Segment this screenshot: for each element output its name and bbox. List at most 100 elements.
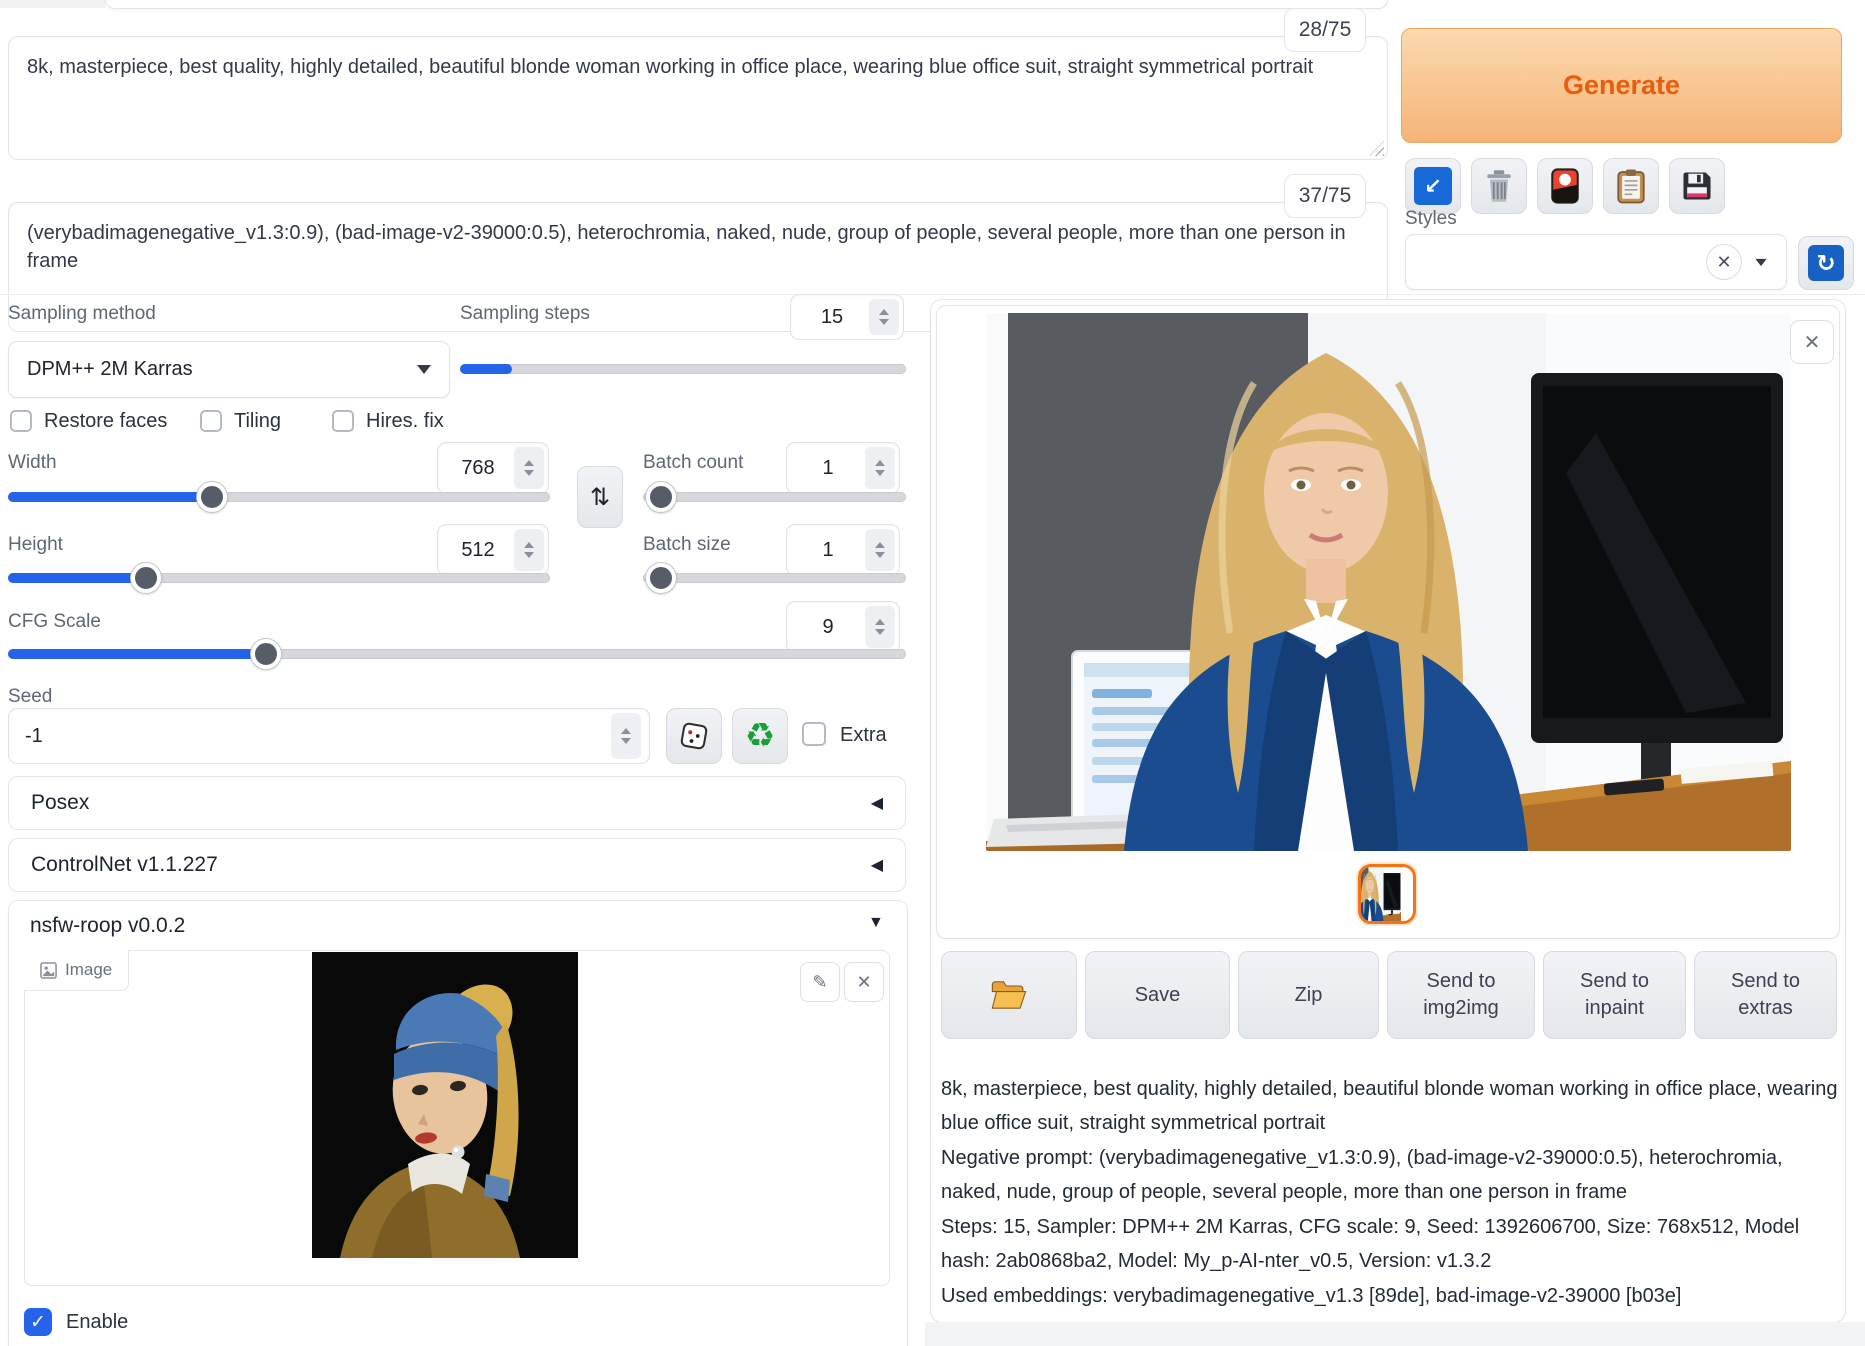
stepper-icon[interactable] (865, 447, 895, 489)
paste-params-button[interactable]: ↙ (1405, 158, 1461, 214)
generated-image[interactable] (986, 313, 1791, 851)
sampling-steps-label: Sampling steps (460, 303, 590, 325)
seed-input[interactable]: -1 (8, 708, 650, 764)
geninfo-embeddings: Used embeddings: verybadimagenegative_v1… (941, 1279, 1841, 1313)
width-label: Width (8, 452, 57, 474)
refresh-icon: ↻ (1808, 245, 1844, 281)
geninfo-negative: Negative prompt: (verybadimagenegative_v… (941, 1141, 1841, 1209)
chevron-left-icon: ◀ (871, 793, 883, 813)
close-icon: ✕ (856, 972, 871, 993)
height-slider[interactable] (8, 573, 550, 583)
open-folder-button[interactable] (941, 951, 1077, 1039)
bottom-gap (925, 1322, 1865, 1346)
hires-fix-checkbox[interactable] (332, 410, 354, 432)
chevron-down-icon (417, 365, 431, 374)
controlnet-accordion[interactable]: ControlNet v1.1.227 ◀ (8, 838, 906, 892)
styles-dropdown[interactable]: ✕ (1405, 234, 1787, 290)
floppy-icon (1681, 170, 1713, 202)
roop-enable-label: Enable (66, 1311, 128, 1334)
slider-handle[interactable] (646, 482, 676, 512)
send-to-img2img-button[interactable]: Send to img2img (1387, 951, 1535, 1039)
save-button[interactable]: Save (1085, 951, 1230, 1039)
trash-icon (1483, 169, 1515, 203)
random-seed-button[interactable] (666, 708, 722, 764)
prompt-token-counter: 28/75 (1284, 8, 1366, 52)
section-divider (0, 294, 1865, 295)
cfg-scale-input[interactable]: 9 (786, 601, 900, 653)
roop-image-tab: Image (24, 950, 129, 991)
tiling-checkbox[interactable] (200, 410, 222, 432)
stepper-icon[interactable] (611, 713, 641, 759)
clear-styles-icon[interactable]: ✕ (1706, 244, 1742, 280)
pencil-icon: ✎ (812, 972, 827, 993)
restore-faces-checkbox[interactable] (10, 410, 32, 432)
folder-icon (991, 980, 1027, 1010)
zip-button[interactable]: Zip (1238, 951, 1379, 1039)
geninfo-prompt: 8k, masterpiece, best quality, highly de… (941, 1072, 1841, 1140)
model-card-button[interactable] (1537, 158, 1593, 214)
generate-button[interactable]: Generate (1401, 28, 1842, 143)
slider-handle[interactable] (251, 639, 281, 669)
remove-image-button[interactable]: ✕ (844, 962, 884, 1002)
gallery-thumbnail-selected[interactable] (1358, 864, 1416, 924)
swap-dimensions-button[interactable]: ⇅ (577, 466, 623, 528)
styles-label: Styles (1405, 208, 1457, 230)
sampling-method-dropdown[interactable]: DPM++ 2M Karras (8, 341, 450, 398)
sampling-steps-slider[interactable] (460, 364, 906, 374)
reuse-seed-button[interactable]: ♻ (732, 708, 788, 764)
sampling-steps-input[interactable]: 15 (790, 294, 904, 340)
cfg-scale-slider[interactable] (8, 649, 906, 659)
sampling-method-value: DPM++ 2M Karras (27, 358, 193, 381)
restore-faces-label: Restore faces (44, 410, 167, 433)
edit-image-button[interactable]: ✎ (800, 962, 840, 1002)
stable-diffusion-webui: 8k, masterpiece, best quality, highly de… (0, 0, 1865, 1346)
send-to-extras-button[interactable]: Send to extras (1694, 951, 1837, 1039)
batch-size-slider[interactable] (643, 573, 906, 583)
roop-accordion-title[interactable]: nsfw-roop v0.0.2 (30, 914, 185, 938)
width-input[interactable]: 768 (437, 442, 549, 494)
height-label: Height (8, 534, 63, 556)
stepper-icon[interactable] (865, 606, 895, 648)
seed-extra-label: Extra (840, 724, 887, 747)
prompt-text: 8k, masterpiece, best quality, highly de… (27, 56, 1313, 78)
seed-extra-checkbox[interactable] (802, 722, 826, 746)
close-icon: ✕ (1804, 330, 1821, 355)
refresh-styles-button[interactable]: ↻ (1798, 236, 1854, 290)
swap-arrows-icon: ⇅ (590, 483, 610, 512)
stepper-icon[interactable] (869, 299, 899, 335)
negative-token-counter: 37/75 (1284, 174, 1366, 218)
prompt-input[interactable]: 8k, masterpiece, best quality, highly de… (8, 36, 1388, 160)
chevron-left-icon: ◀ (871, 855, 883, 875)
stepper-icon[interactable] (865, 529, 895, 571)
hires-fix-label: Hires. fix (366, 410, 444, 433)
clear-prompt-button[interactable] (1471, 158, 1527, 214)
batch-count-input[interactable]: 1 (786, 442, 900, 494)
close-gallery-button[interactable]: ✕ (1790, 320, 1834, 364)
batch-size-input[interactable]: 1 (786, 524, 900, 576)
resize-handle-icon[interactable] (1369, 141, 1384, 156)
apply-styles-button[interactable] (1603, 158, 1659, 214)
generation-info: 8k, masterpiece, best quality, highly de… (941, 1072, 1841, 1346)
sampling-method-label: Sampling method (8, 303, 156, 325)
batch-count-slider[interactable] (643, 492, 906, 502)
chevron-down-icon[interactable]: ▼ (868, 914, 884, 932)
save-style-button[interactable] (1669, 158, 1725, 214)
send-to-inpaint-button[interactable]: Send to inpaint (1543, 951, 1686, 1039)
chevron-down-icon[interactable] (1755, 258, 1766, 265)
width-slider[interactable] (8, 492, 550, 502)
roop-source-image[interactable] (312, 952, 578, 1258)
image-icon (40, 962, 57, 979)
clipboard-icon (1617, 168, 1645, 204)
roop-enable-checkbox[interactable]: ✓ (24, 1308, 52, 1336)
slider-handle[interactable] (646, 563, 676, 593)
height-input[interactable]: 512 (437, 524, 549, 576)
stepper-icon[interactable] (514, 529, 544, 571)
batch-count-label: Batch count (643, 452, 743, 474)
model-card-icon (1551, 168, 1579, 204)
slider-handle[interactable] (131, 563, 161, 593)
stepper-icon[interactable] (514, 447, 544, 489)
slider-handle[interactable] (197, 482, 227, 512)
posex-accordion[interactable]: Posex ◀ (8, 776, 906, 830)
paste-arrow-icon: ↙ (1414, 167, 1452, 205)
recycle-icon: ♻ (745, 716, 775, 756)
